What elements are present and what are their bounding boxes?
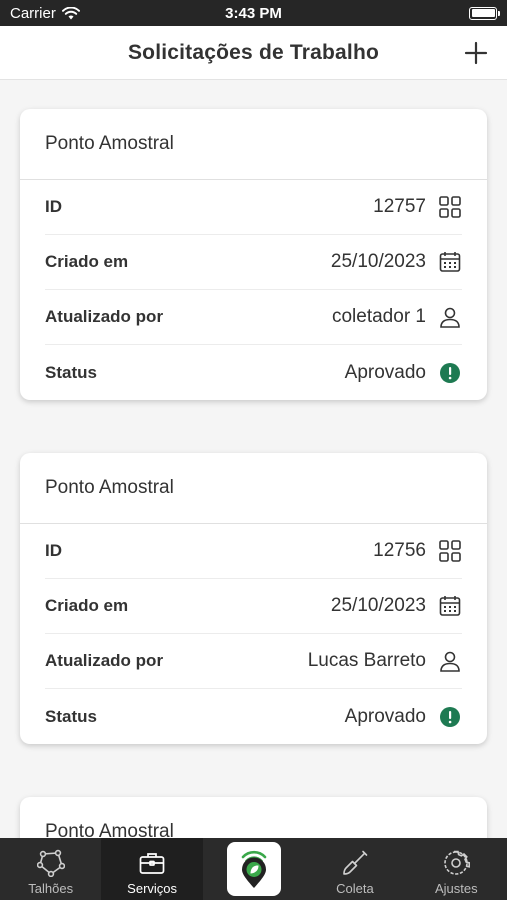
updated-value: Lucas Barreto xyxy=(307,650,426,671)
user-icon xyxy=(438,305,462,329)
created-label: Criado em xyxy=(45,596,129,615)
tab-servicos[interactable]: Serviços xyxy=(101,838,203,900)
updated-row: Atualizado por coletador 1 xyxy=(45,290,462,345)
status-label: Status xyxy=(45,362,97,382)
exclamation-icon xyxy=(438,705,462,729)
briefcase-icon xyxy=(138,849,166,877)
updated-label: Atualizado por xyxy=(45,307,164,326)
gear-icon xyxy=(442,849,471,877)
nav-bar: Solicitações de Trabalho xyxy=(0,26,507,80)
carrier-label: Carrier xyxy=(10,4,56,22)
tab-label: Serviços xyxy=(127,881,178,896)
updated-value-group: Lucas Barreto xyxy=(308,649,462,673)
id-row: ID 12757 xyxy=(45,180,462,235)
battery-icon xyxy=(469,6,500,20)
tab-label: Ajustes xyxy=(435,881,478,896)
tab-label: Talhões xyxy=(28,881,74,896)
location-leaf-icon xyxy=(241,850,266,888)
status-label: Status xyxy=(45,706,97,726)
wifi-icon xyxy=(61,6,80,19)
tab-label: Coleta xyxy=(336,881,374,896)
request-list[interactable]: Ponto Amostral ID 12757 Criado em 25/10/… xyxy=(0,81,507,838)
add-button[interactable] xyxy=(461,38,491,68)
updated-value: coletador 1 xyxy=(331,306,426,327)
status-bar: Carrier 3:43 PM xyxy=(0,0,507,26)
id-label: ID xyxy=(45,541,62,560)
tab-coleta[interactable]: Coleta xyxy=(304,838,405,900)
page-title: Solicitações de Trabalho xyxy=(127,40,380,64)
status-value: Aprovado xyxy=(344,705,426,727)
card-title: Ponto Amostral xyxy=(20,453,487,524)
id-label: ID xyxy=(45,197,62,216)
tab-bar: Talhões Serviços Coleta Ajustes xyxy=(0,838,507,900)
grid-icon xyxy=(438,195,462,219)
request-card[interactable]: Ponto Amostral ID 12757 Criado em 25/10/… xyxy=(20,109,487,400)
created-row: Criado em 25/10/2023 xyxy=(45,579,462,634)
created-row: Criado em 25/10/2023 xyxy=(45,235,462,290)
tab-ajustes[interactable]: Ajustes xyxy=(406,838,507,900)
status-value: Aprovado xyxy=(344,361,426,383)
created-value: 25/10/2023 xyxy=(330,595,426,616)
id-value-group: 12757 xyxy=(373,195,462,219)
created-value-group: 25/10/2023 xyxy=(331,250,462,274)
card-body: ID 12757 Criado em 25/10/2023 Atualizado… xyxy=(20,180,487,400)
shovel-icon xyxy=(341,849,369,877)
card-body: ID 12756 Criado em 25/10/2023 Atualizado… xyxy=(20,524,487,744)
calendar-icon xyxy=(438,250,462,274)
exclamation-icon xyxy=(438,361,462,385)
id-value: 12757 xyxy=(373,196,426,217)
tab-talhoes[interactable]: Talhões xyxy=(0,838,101,900)
status-value-group: Aprovado xyxy=(345,361,462,385)
user-icon xyxy=(438,649,462,673)
calendar-icon xyxy=(438,594,462,618)
card-title: Ponto Amostral xyxy=(20,797,487,838)
tab-center xyxy=(203,838,304,900)
plus-icon xyxy=(464,41,488,65)
id-value-group: 12756 xyxy=(373,539,462,563)
card-title: Ponto Amostral xyxy=(20,109,487,180)
polygon-icon xyxy=(36,849,65,877)
status-row: Status Aprovado xyxy=(45,689,462,744)
created-value: 25/10/2023 xyxy=(330,251,426,272)
request-card[interactable]: Ponto Amostral ID 12756 Criado em 25/10/… xyxy=(20,453,487,744)
status-left: Carrier xyxy=(10,5,80,22)
location-leaf-button[interactable] xyxy=(226,842,281,896)
created-label: Criado em xyxy=(45,252,129,271)
updated-value-group: coletador 1 xyxy=(332,305,462,329)
updated-row: Atualizado por Lucas Barreto xyxy=(45,634,462,689)
id-row: ID 12756 xyxy=(45,524,462,579)
status-row: Status Aprovado xyxy=(45,345,462,400)
request-card[interactable]: Ponto Amostral xyxy=(20,797,487,838)
grid-icon xyxy=(438,539,462,563)
status-value-group: Aprovado xyxy=(345,705,462,729)
created-value-group: 25/10/2023 xyxy=(331,594,462,618)
id-value: 12756 xyxy=(373,540,426,561)
updated-label: Atualizado por xyxy=(45,651,164,670)
